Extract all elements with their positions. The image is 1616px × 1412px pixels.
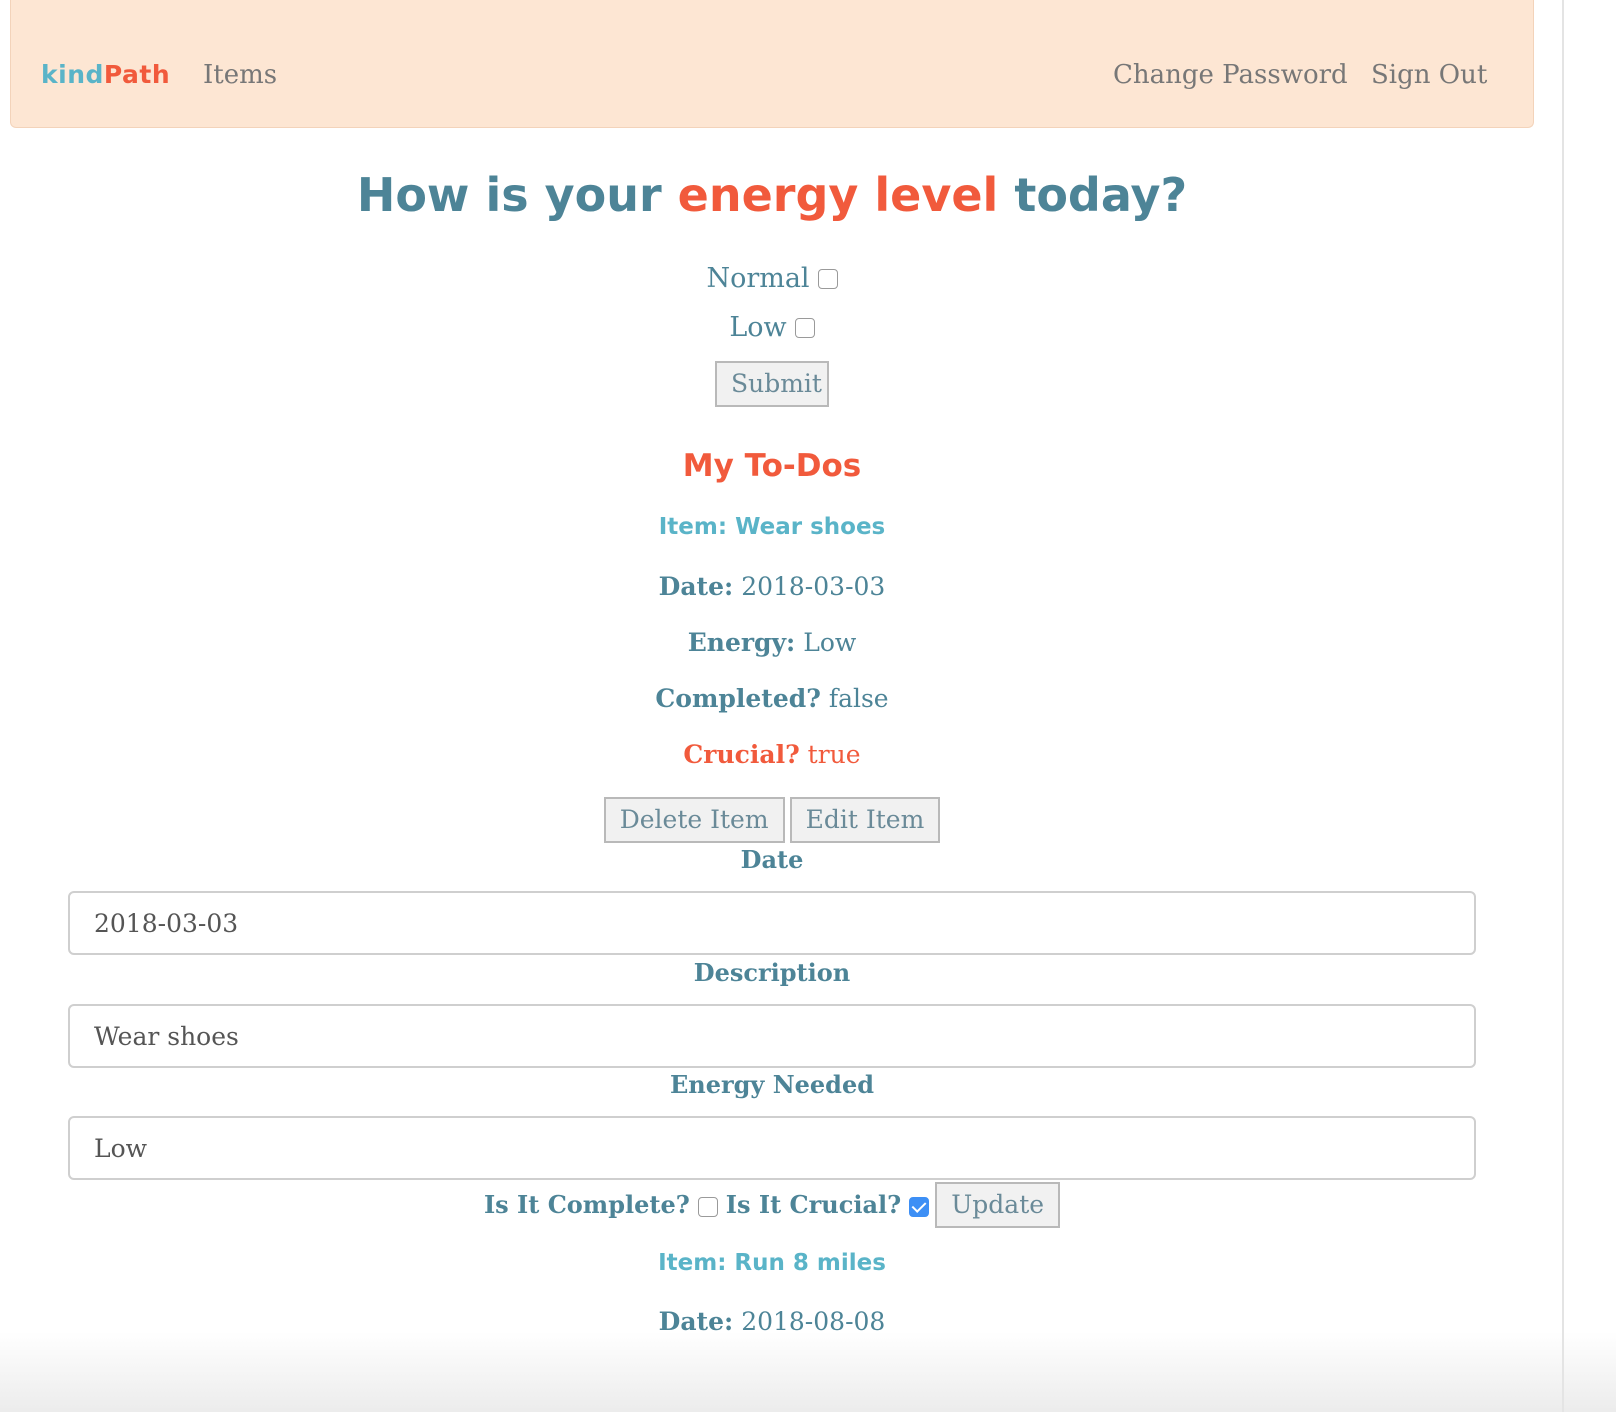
item-actions: Delete Item Edit Item bbox=[0, 797, 1544, 843]
item-date-value: 2018-03-03 bbox=[741, 572, 886, 601]
update-button[interactable]: Update bbox=[935, 1182, 1061, 1228]
submit-button[interactable]: Submit bbox=[715, 361, 829, 407]
item-energy-value: Low bbox=[803, 628, 857, 657]
item-completed-value: false bbox=[828, 684, 889, 713]
item-crucial: Crucial? true bbox=[0, 740, 1544, 769]
description-field-label: Description bbox=[693, 958, 851, 987]
date-field-label: Date bbox=[740, 845, 804, 874]
low-checkbox[interactable] bbox=[794, 317, 815, 338]
energy-option-low: Low bbox=[0, 311, 1544, 343]
item-energy: Energy: Low bbox=[0, 628, 1544, 657]
item-date: Date: 2018-03-03 bbox=[0, 572, 1544, 601]
energy-heading-prefix: How is your bbox=[356, 168, 662, 222]
item-completed-key: Completed? bbox=[655, 684, 821, 713]
edit-item-button[interactable]: Edit Item bbox=[789, 797, 941, 843]
brand-part-path: Path bbox=[103, 60, 171, 89]
energy-heading-suffix: today? bbox=[1014, 168, 1188, 222]
normal-checkbox[interactable] bbox=[817, 268, 838, 289]
energy-option-normal: Normal bbox=[0, 262, 1544, 294]
complete-checkbox[interactable] bbox=[697, 1196, 718, 1217]
energy-needed-input[interactable] bbox=[68, 1116, 1476, 1180]
crucial-label: Is It Crucial? bbox=[725, 1190, 902, 1219]
todos-title: My To-Dos bbox=[682, 448, 862, 484]
item-crucial-value: true bbox=[807, 740, 861, 769]
brand-logo[interactable]: kindPath bbox=[41, 60, 170, 89]
date-input[interactable] bbox=[68, 891, 1476, 955]
item-title: Item: Wear shoes bbox=[658, 514, 886, 540]
item-date-key: Date: bbox=[658, 572, 734, 601]
nav-sign-out-link[interactable]: Sign Out bbox=[1371, 60, 1487, 90]
nav-change-password-link[interactable]: Change Password bbox=[1113, 60, 1348, 90]
description-input[interactable] bbox=[68, 1004, 1476, 1068]
low-label: Low bbox=[729, 312, 787, 343]
item-energy-key: Energy: bbox=[687, 628, 796, 657]
nav-items-link[interactable]: Items bbox=[203, 60, 277, 90]
complete-label: Is It Complete? bbox=[483, 1190, 690, 1219]
delete-item-button[interactable]: Delete Item bbox=[603, 797, 785, 843]
submit-row: Submit bbox=[0, 361, 1544, 407]
brand-part-kind: kind bbox=[41, 60, 104, 89]
item-completed: Completed? false bbox=[0, 684, 1544, 713]
window-bottom-shadow bbox=[0, 1332, 1616, 1412]
item-crucial-key: Crucial? bbox=[683, 740, 800, 769]
item-title-2: Item: Run 8 miles bbox=[658, 1250, 886, 1276]
normal-label: Normal bbox=[706, 263, 810, 294]
edit-form-options: Is It Complete? Is It Crucial? Update bbox=[0, 1182, 1544, 1228]
energy-heading: How is your energy level today? bbox=[0, 168, 1544, 222]
navbar: kindPath Items Change Password Sign Out bbox=[10, 0, 1534, 128]
window-right-edge bbox=[1562, 0, 1564, 1412]
energy-needed-field-label: Energy Needed bbox=[669, 1070, 875, 1099]
energy-heading-accent: energy level bbox=[677, 168, 999, 222]
crucial-checkbox[interactable] bbox=[909, 1196, 930, 1217]
